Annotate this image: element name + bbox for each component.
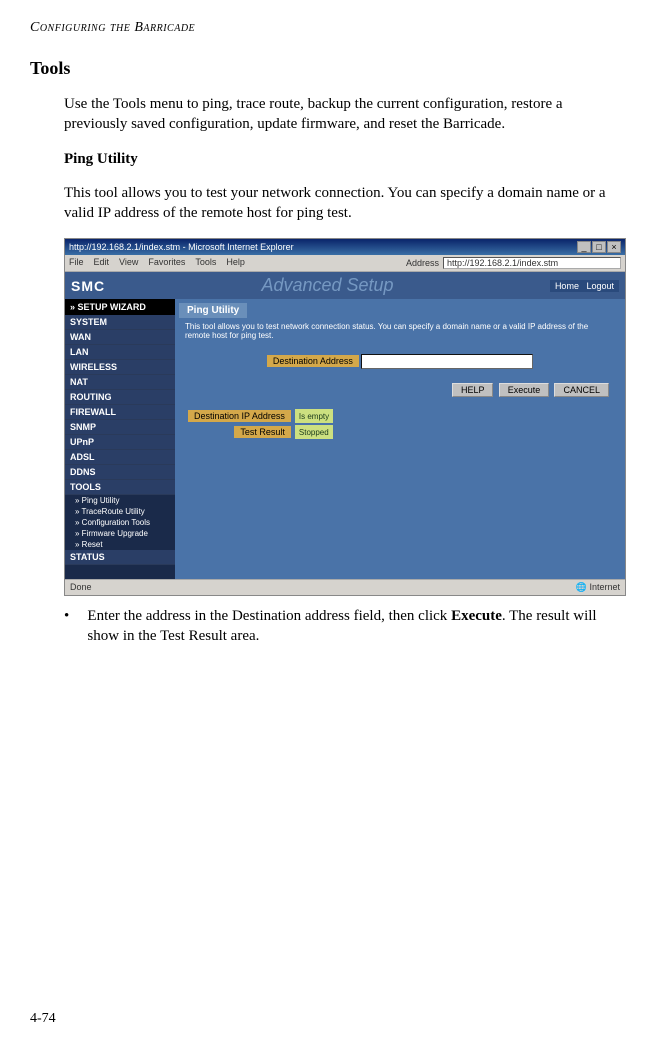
sidebar-setup-wizard[interactable]: » SETUP WIZARD — [65, 299, 175, 315]
menu-edit[interactable]: Edit — [94, 257, 110, 269]
bullet-text-prefix: Enter the address in the Destination add… — [87, 608, 451, 624]
address-label: Address — [406, 258, 439, 268]
internet-icon: 🌐 — [576, 582, 587, 592]
sidebar-item-wan[interactable]: WAN — [65, 330, 175, 345]
sidebar-item-status[interactable]: STATUS — [65, 550, 175, 565]
sidebar-item-ddns[interactable]: DDNS — [65, 465, 175, 480]
embedded-screenshot: http://192.168.2.1/index.stm - Microsoft… — [64, 238, 626, 596]
result-key-1: Test Result — [234, 426, 291, 438]
minimize-icon[interactable]: _ — [577, 241, 591, 253]
cancel-button[interactable]: CANCEL — [554, 383, 609, 397]
sidebar-sub-reset[interactable]: » Reset — [65, 539, 175, 550]
logo: SMC — [71, 278, 105, 294]
bullet-text-bold: Execute — [451, 608, 502, 624]
page-number: 4-74 — [30, 1011, 56, 1027]
sidebar: » SETUP WIZARD SYSTEM WAN LAN WIRELESS N… — [65, 299, 175, 579]
sidebar-item-firewall[interactable]: FIREWALL — [65, 405, 175, 420]
content-panel: Ping Utility This tool allows you to tes… — [175, 299, 625, 579]
running-head: Configuring the Barricade — [30, 20, 622, 36]
menu-tools[interactable]: Tools — [195, 257, 216, 269]
banner-title: Advanced Setup — [105, 275, 550, 296]
menu-help[interactable]: Help — [226, 257, 245, 269]
link-logout[interactable]: Logout — [586, 281, 614, 291]
section-intro: Use the Tools menu to ping, trace route,… — [64, 94, 618, 135]
browser-menubar: File Edit View Favorites Tools Help Addr… — [65, 255, 625, 272]
subsection-title: Ping Utility — [64, 151, 622, 168]
result-table: Destination IP Address Is empty Test Res… — [185, 407, 335, 441]
sidebar-item-tools[interactable]: TOOLS — [65, 480, 175, 495]
sidebar-sub-config[interactable]: » Configuration Tools — [65, 517, 175, 528]
sidebar-sub-ping[interactable]: » Ping Utility — [65, 495, 175, 506]
sidebar-item-lan[interactable]: LAN — [65, 345, 175, 360]
help-button[interactable]: HELP — [452, 383, 494, 397]
result-val-1: Stopped — [295, 425, 333, 439]
link-home[interactable]: Home — [555, 281, 579, 291]
panel-title: Ping Utility — [179, 303, 247, 318]
sidebar-item-nat[interactable]: NAT — [65, 375, 175, 390]
panel-description: This tool allows you to test network con… — [185, 322, 615, 340]
bullet-mark: • — [64, 606, 87, 647]
sidebar-item-wireless[interactable]: WIRELESS — [65, 360, 175, 375]
close-icon[interactable]: × — [607, 241, 621, 253]
execute-button[interactable]: Execute — [499, 383, 550, 397]
status-left: Done — [70, 582, 92, 593]
sidebar-sub-firmware[interactable]: » Firmware Upgrade — [65, 528, 175, 539]
window-title: http://192.168.2.1/index.stm - Microsoft… — [69, 242, 294, 252]
menu-view[interactable]: View — [119, 257, 138, 269]
sidebar-item-snmp[interactable]: SNMP — [65, 420, 175, 435]
status-right: 🌐 Internet — [576, 582, 620, 593]
result-val-0: Is empty — [295, 409, 333, 423]
browser-statusbar: Done 🌐 Internet — [65, 579, 625, 595]
sidebar-item-routing[interactable]: ROUTING — [65, 390, 175, 405]
app-banner: SMC Advanced Setup Home Logout — [65, 272, 625, 299]
sidebar-item-adsl[interactable]: ADSL — [65, 450, 175, 465]
maximize-icon[interactable]: □ — [592, 241, 606, 253]
sidebar-sub-traceroute[interactable]: » TraceRoute Utility — [65, 506, 175, 517]
sidebar-item-upnp[interactable]: UPnP — [65, 435, 175, 450]
destination-label: Destination Address — [267, 355, 359, 367]
bullet-list: • Enter the address in the Destination a… — [64, 606, 622, 647]
bullet-item: • Enter the address in the Destination a… — [64, 606, 622, 647]
window-buttons: _□× — [576, 241, 621, 253]
address-input[interactable]: http://192.168.2.1/index.stm — [443, 257, 621, 269]
window-titlebar: http://192.168.2.1/index.stm - Microsoft… — [65, 239, 625, 255]
destination-input[interactable] — [361, 354, 533, 369]
subsection-intro: This tool allows you to test your networ… — [64, 183, 618, 224]
result-key-0: Destination IP Address — [188, 410, 291, 422]
sidebar-item-system[interactable]: SYSTEM — [65, 315, 175, 330]
section-title: Tools — [30, 58, 622, 79]
menu-file[interactable]: File — [69, 257, 84, 269]
menu-favorites[interactable]: Favorites — [148, 257, 185, 269]
